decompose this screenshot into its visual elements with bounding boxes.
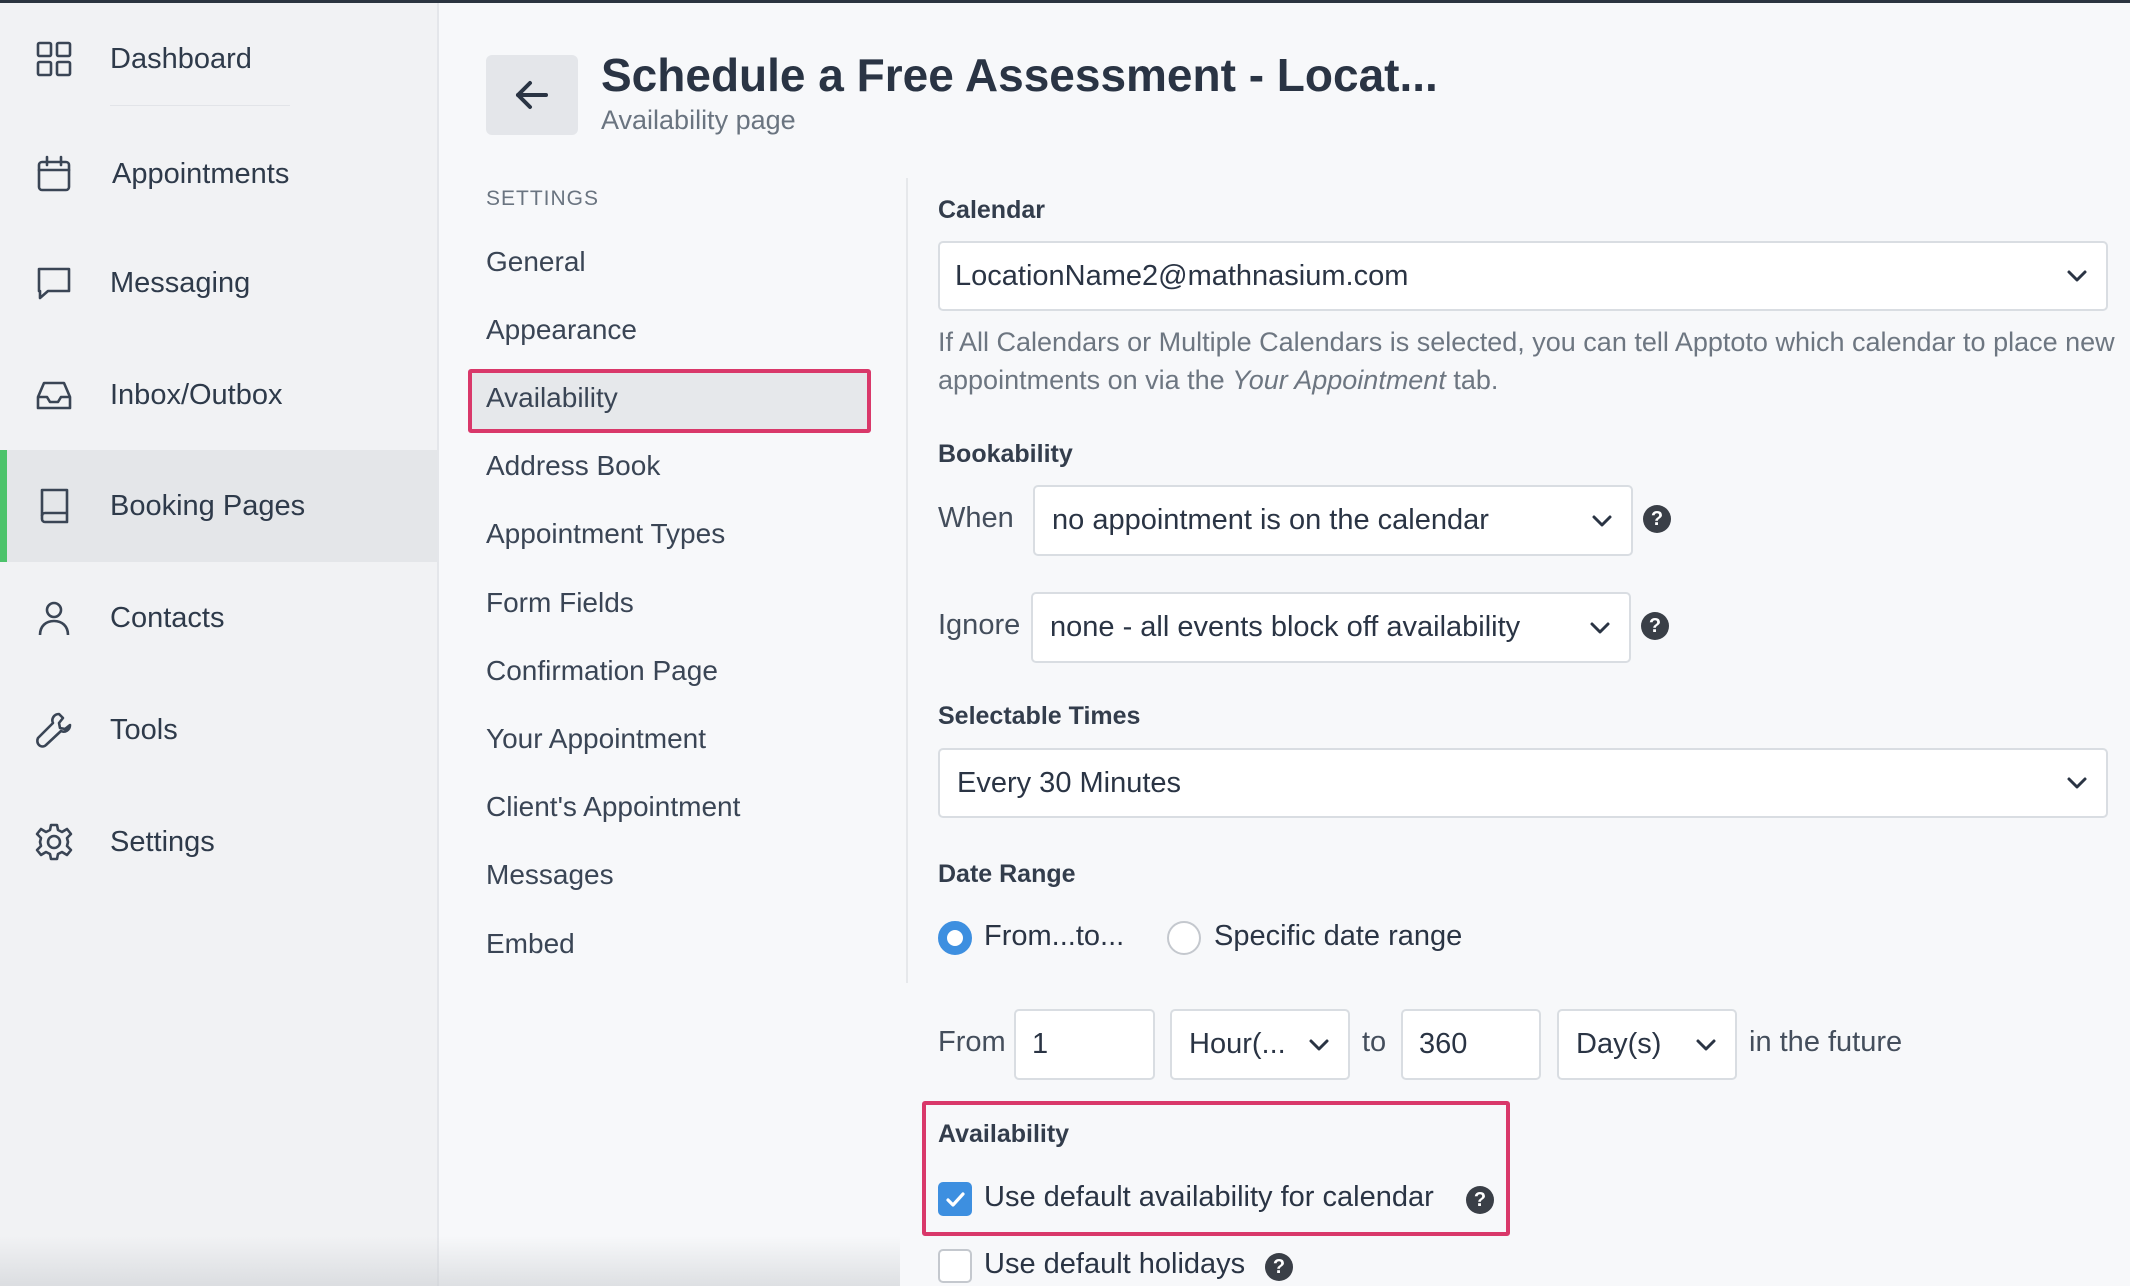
sidebar-item-label: Appointments xyxy=(112,157,290,190)
wrench-icon xyxy=(34,710,74,750)
sidebar-item-label: Inbox/Outbox xyxy=(110,378,283,411)
sidebar-item-tools[interactable]: Tools xyxy=(0,674,437,786)
chevron-down-icon xyxy=(2067,270,2087,282)
bottom-shadow xyxy=(0,1236,900,1286)
divider xyxy=(906,178,908,983)
help-icon[interactable]: ? xyxy=(1466,1186,1494,1214)
to-label: to xyxy=(1362,1026,1387,1058)
selectable-times-value: Every 30 Minutes xyxy=(957,766,1182,799)
sidebar-item-messaging[interactable]: Messaging xyxy=(0,227,437,339)
divider xyxy=(110,105,290,106)
radio-from-to[interactable] xyxy=(938,921,972,955)
calendar-help-line2: appointments on via the Your Appointment… xyxy=(938,365,1499,395)
calendar-select[interactable]: LocationName2@mathnasium.com xyxy=(938,241,2108,311)
radio-from-to-label[interactable]: From...to... xyxy=(984,920,1124,953)
sidebar-item-label: Messaging xyxy=(110,266,251,299)
help-icon[interactable]: ? xyxy=(1641,612,1669,640)
use-default-availability-checkbox[interactable] xyxy=(938,1182,972,1216)
subnav-messages[interactable]: Messages xyxy=(486,859,614,891)
subnav-clients-appointment[interactable]: Client's Appointment xyxy=(486,791,740,823)
help-icon[interactable]: ? xyxy=(1265,1253,1293,1281)
subnav-appointment-types[interactable]: Appointment Types xyxy=(486,518,725,550)
sidebar-item-label: Booking Pages xyxy=(110,489,306,522)
checkmark-icon xyxy=(946,1192,965,1207)
chevron-down-icon xyxy=(1696,1039,1716,1050)
calendar-select-value: LocationName2@mathnasium.com xyxy=(955,259,1409,292)
subnav-availability[interactable]: Availability xyxy=(486,382,618,414)
chevron-down-icon xyxy=(1590,622,1610,633)
sidebar-item-inbox-outbox[interactable]: Inbox/Outbox xyxy=(0,339,437,451)
to-unit-select[interactable]: Day(s) xyxy=(1557,1009,1737,1080)
subnav-address-book[interactable]: Address Book xyxy=(486,450,660,482)
sidebar-item-dashboard[interactable]: Dashboard xyxy=(0,3,437,115)
to-value-input[interactable]: 360 xyxy=(1401,1009,1541,1080)
when-label: When xyxy=(938,502,1014,534)
radio-specific-date-range[interactable] xyxy=(1167,921,1201,955)
selectable-times-select[interactable]: Every 30 Minutes xyxy=(938,748,2108,818)
help-icon[interactable]: ? xyxy=(1643,505,1671,533)
calendar-help-text: If All Calendars or Multiple Calendars i… xyxy=(938,323,2115,399)
grid-icon xyxy=(34,39,74,79)
calendar-icon xyxy=(34,154,74,194)
settings-heading: SETTINGS xyxy=(486,187,600,210)
subnav-general[interactable]: General xyxy=(486,246,586,278)
chevron-down-icon xyxy=(1309,1039,1329,1050)
subnav-form-fields[interactable]: Form Fields xyxy=(486,587,634,619)
bookability-label: Bookability xyxy=(938,440,1073,468)
page-title: Schedule a Free Assessment - Locat... xyxy=(601,49,1438,101)
use-default-holidays-label[interactable]: Use default holidays xyxy=(984,1248,1245,1281)
from-unit-select[interactable]: Hour(... xyxy=(1170,1009,1350,1080)
date-range-label: Date Range xyxy=(938,860,1076,888)
in-the-future-label: in the future xyxy=(1749,1026,1903,1058)
calendar-label: Calendar xyxy=(938,196,1045,224)
ignore-label: Ignore xyxy=(938,609,1021,641)
gear-icon xyxy=(34,822,74,862)
chevron-down-icon xyxy=(2067,777,2087,789)
sidebar-item-contacts[interactable]: Contacts xyxy=(0,562,437,674)
ignore-select[interactable]: none - all events block off availability xyxy=(1031,592,1631,663)
subnav-your-appointment[interactable]: Your Appointment xyxy=(486,723,706,755)
when-select[interactable]: no appointment is on the calendar xyxy=(1033,485,1633,556)
to-unit-value: Day(s) xyxy=(1576,1028,1662,1060)
chevron-down-icon xyxy=(1592,515,1612,526)
sidebar-item-settings[interactable]: Settings xyxy=(0,786,437,898)
sidebar-item-label: Tools xyxy=(110,713,178,746)
sidebar-item-appointments[interactable]: Appointments xyxy=(0,118,437,230)
use-default-holidays-checkbox[interactable] xyxy=(938,1249,972,1283)
main-sidebar: Dashboard Appointments Messaging Inbox/O… xyxy=(0,3,439,1286)
arrow-left-icon xyxy=(516,81,548,109)
chat-bubble-icon xyxy=(34,263,74,303)
from-value-input[interactable]: 1 xyxy=(1014,1009,1155,1080)
sidebar-item-label: Contacts xyxy=(110,601,225,634)
from-label: From xyxy=(938,1026,1006,1058)
sidebar-item-booking-pages[interactable]: Booking Pages xyxy=(0,450,437,562)
ignore-select-value: none - all events block off availability xyxy=(1050,611,1521,643)
radio-specific-date-range-label[interactable]: Specific date range xyxy=(1214,920,1462,953)
subnav-embed[interactable]: Embed xyxy=(486,928,575,960)
back-button[interactable] xyxy=(486,55,578,135)
inbox-icon xyxy=(34,375,74,415)
book-icon xyxy=(34,486,74,526)
calendar-help-line1: If All Calendars or Multiple Calendars i… xyxy=(938,327,2115,357)
subnav-appearance[interactable]: Appearance xyxy=(486,314,637,346)
use-default-availability-label[interactable]: Use default availability for calendar xyxy=(984,1181,1434,1214)
sidebar-item-label: Settings xyxy=(110,825,215,858)
page-subtitle: Availability page xyxy=(601,105,796,135)
subnav-confirmation-page[interactable]: Confirmation Page xyxy=(486,655,718,687)
selectable-times-label: Selectable Times xyxy=(938,702,1141,730)
user-icon xyxy=(34,598,74,638)
availability-label: Availability xyxy=(938,1120,1070,1148)
when-select-value: no appointment is on the calendar xyxy=(1052,504,1489,536)
your-appointment-tab-reference: Your Appointment xyxy=(1232,365,1446,395)
from-unit-value: Hour(... xyxy=(1189,1028,1286,1060)
sidebar-item-label: Dashboard xyxy=(110,42,252,75)
